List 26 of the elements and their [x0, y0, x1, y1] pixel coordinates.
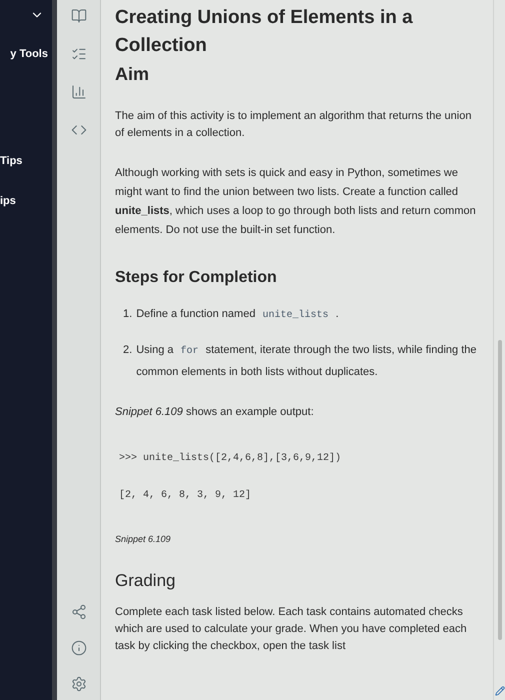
aim-paragraph: The aim of this activity is to implement an algorithm that returns the union of elements in a collection.: [115, 109, 472, 141]
step-number: 1.: [123, 307, 132, 322]
sidebar-item[interactable]: Tips: [0, 152, 22, 169]
step-text: Define a function named unite_lists .: [136, 307, 339, 323]
step-number: 2.: [123, 343, 132, 358]
scrollbar-thumb[interactable]: [498, 340, 502, 640]
section-heading: Grading: [115, 570, 176, 592]
section-heading: Aim: [115, 63, 150, 86]
snippet-intro: Snippet 6.109 shows an example output:: [115, 405, 315, 420]
step-text: Using a for statement, iterate through the two lists, while finding the common elements in both lists without duplicates.: [136, 343, 478, 380]
bar-chart-icon[interactable]: [70, 84, 86, 100]
share-icon[interactable]: [70, 604, 86, 620]
description-paragraph: Although working with sets is quick and easy in Python, sometimes we might want to find the union between two lists. Create a function called unite_lists, which uses a loop to go through both lists and return common elements. Do not use the built-in set function.: [115, 166, 477, 238]
sidebar-item[interactable]: ips: [0, 193, 16, 210]
sidebar-item[interactable]: y Tools: [10, 46, 48, 62]
book-icon[interactable]: [70, 8, 86, 24]
info-icon[interactable]: [70, 640, 86, 656]
page-title: Creating Unions of Elements in a Collection: [115, 6, 414, 58]
code-line: >>> unite_lists([2,4,6,8],[3,6,9,12]): [119, 452, 342, 466]
grading-paragraph: Complete each task listed below. Each task contains automated checks which are used to calculate your grade. When you have completed each task by clicking the checkbox, open the task list: [115, 604, 468, 654]
checklist-icon[interactable]: [70, 46, 86, 62]
code-line: [2, 4, 6, 8, 3, 9, 12]: [119, 488, 252, 502]
settings-icon[interactable]: [70, 676, 86, 692]
snippet-caption: Snippet 6.109: [115, 532, 172, 546]
pencil-icon[interactable]: [494, 686, 504, 696]
section-heading: Steps for Completion: [115, 268, 278, 288]
